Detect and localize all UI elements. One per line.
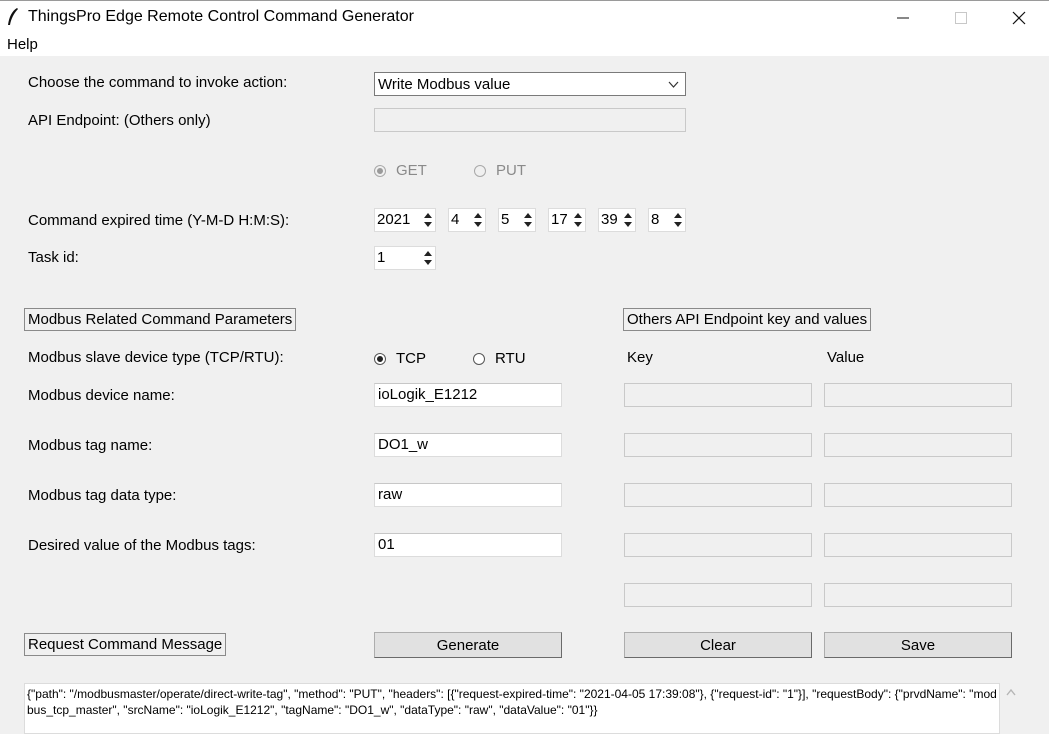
year-value: 2021 bbox=[377, 211, 411, 228]
key-input-1[interactable] bbox=[624, 383, 812, 407]
key-column-header: Key bbox=[627, 349, 653, 366]
save-button[interactable]: Save bbox=[824, 632, 1012, 658]
title-bar: ThingsPro Edge Remote Control Command Ge… bbox=[0, 0, 1049, 34]
task-id-spinbox[interactable]: 1 bbox=[374, 246, 436, 270]
day-spinbox[interactable]: 5 bbox=[498, 208, 536, 232]
value-input-4[interactable] bbox=[824, 533, 1012, 557]
hour-spin-arrows[interactable] bbox=[572, 210, 584, 230]
radio-tcp-indicator bbox=[374, 352, 386, 365]
radio-tcp-label: TCP bbox=[396, 350, 426, 367]
api-endpoint-label: API Endpoint: (Others only) bbox=[28, 112, 211, 129]
radio-get[interactable]: GET bbox=[374, 162, 427, 179]
others-section-title: Others API Endpoint key and values bbox=[623, 308, 872, 331]
close-icon bbox=[1012, 11, 1026, 24]
request-output-text[interactable]: {"path": "/modbusmaster/operate/direct-w… bbox=[24, 683, 1000, 734]
request-section-title: Request Command Message bbox=[24, 633, 227, 656]
month-spin-arrows[interactable] bbox=[472, 210, 484, 230]
radio-get-label: GET bbox=[396, 162, 427, 179]
second-value: 8 bbox=[651, 211, 660, 228]
radio-rtu[interactable]: RTU bbox=[473, 350, 526, 367]
window-title: ThingsPro Edge Remote Control Command Ge… bbox=[28, 8, 414, 25]
value-column-header: Value bbox=[827, 349, 865, 366]
value-input-2[interactable] bbox=[824, 433, 1012, 457]
generate-button[interactable]: Generate bbox=[374, 632, 562, 658]
radio-put-indicator bbox=[474, 164, 486, 177]
maximize-button[interactable] bbox=[932, 1, 990, 34]
key-input-2[interactable] bbox=[624, 433, 812, 457]
minute-spinbox[interactable]: 39 bbox=[598, 208, 636, 232]
year-spin-arrows[interactable] bbox=[422, 210, 434, 230]
hour-spinbox[interactable]: 17 bbox=[548, 208, 586, 232]
day-spin-arrows[interactable] bbox=[522, 210, 534, 230]
key-input-3[interactable] bbox=[624, 483, 812, 507]
second-spinbox[interactable]: 8 bbox=[648, 208, 686, 232]
desired-value-input[interactable]: 01 bbox=[374, 533, 562, 557]
menu-bar: Help bbox=[0, 34, 1049, 56]
year-spinbox[interactable]: 2021 bbox=[374, 208, 436, 232]
tag-name-label: Modbus tag name: bbox=[28, 437, 153, 454]
modbus-section-title: Modbus Related Command Parameters bbox=[24, 308, 297, 331]
radio-put[interactable]: PUT bbox=[474, 162, 526, 179]
device-name-label: Modbus device name: bbox=[28, 387, 175, 404]
radio-rtu-indicator bbox=[473, 352, 485, 365]
expired-time-label: Command expired time (Y-M-D H:M:S): bbox=[28, 212, 290, 229]
month-spinbox[interactable]: 4 bbox=[448, 208, 486, 232]
minute-value: 39 bbox=[601, 211, 618, 228]
data-type-input[interactable]: raw bbox=[374, 483, 562, 507]
scroll-up-icon[interactable] bbox=[1006, 688, 1016, 696]
hour-value: 17 bbox=[551, 211, 568, 228]
command-selected-value: Write Modbus value bbox=[378, 76, 511, 93]
command-label: Choose the command to invoke action: bbox=[28, 74, 288, 91]
day-value: 5 bbox=[501, 211, 510, 228]
device-name-input[interactable]: ioLogik_E1212 bbox=[374, 383, 562, 407]
data-type-label: Modbus tag data type: bbox=[28, 487, 177, 504]
command-select[interactable]: Write Modbus value bbox=[374, 72, 686, 96]
value-input-1[interactable] bbox=[824, 383, 1012, 407]
menu-help[interactable]: Help bbox=[7, 36, 38, 53]
task-id-label: Task id: bbox=[28, 249, 79, 266]
value-input-3[interactable] bbox=[824, 483, 1012, 507]
task-id-value: 1 bbox=[377, 249, 386, 266]
minute-spin-arrows[interactable] bbox=[622, 210, 634, 230]
month-value: 4 bbox=[451, 211, 460, 228]
close-button[interactable] bbox=[990, 1, 1048, 34]
key-input-4[interactable] bbox=[624, 533, 812, 557]
task-id-spin-arrows[interactable] bbox=[422, 248, 434, 268]
radio-rtu-label: RTU bbox=[495, 350, 526, 367]
chevron-down-icon bbox=[668, 81, 679, 88]
radio-tcp[interactable]: TCP bbox=[374, 350, 426, 367]
clear-button[interactable]: Clear bbox=[624, 632, 812, 658]
value-input-5[interactable] bbox=[824, 583, 1012, 607]
desired-value-label: Desired value of the Modbus tags: bbox=[28, 537, 256, 554]
key-input-5[interactable] bbox=[624, 583, 812, 607]
radio-get-indicator bbox=[374, 164, 386, 177]
radio-put-label: PUT bbox=[496, 162, 526, 179]
minimize-icon bbox=[897, 17, 909, 18]
device-type-label: Modbus slave device type (TCP/RTU): bbox=[28, 349, 284, 366]
minimize-button[interactable] bbox=[874, 1, 932, 34]
feather-icon bbox=[8, 8, 18, 25]
second-spin-arrows[interactable] bbox=[672, 210, 684, 230]
maximize-icon bbox=[955, 11, 967, 24]
tag-name-input[interactable]: DO1_w bbox=[374, 433, 562, 457]
api-endpoint-input[interactable] bbox=[374, 108, 686, 132]
